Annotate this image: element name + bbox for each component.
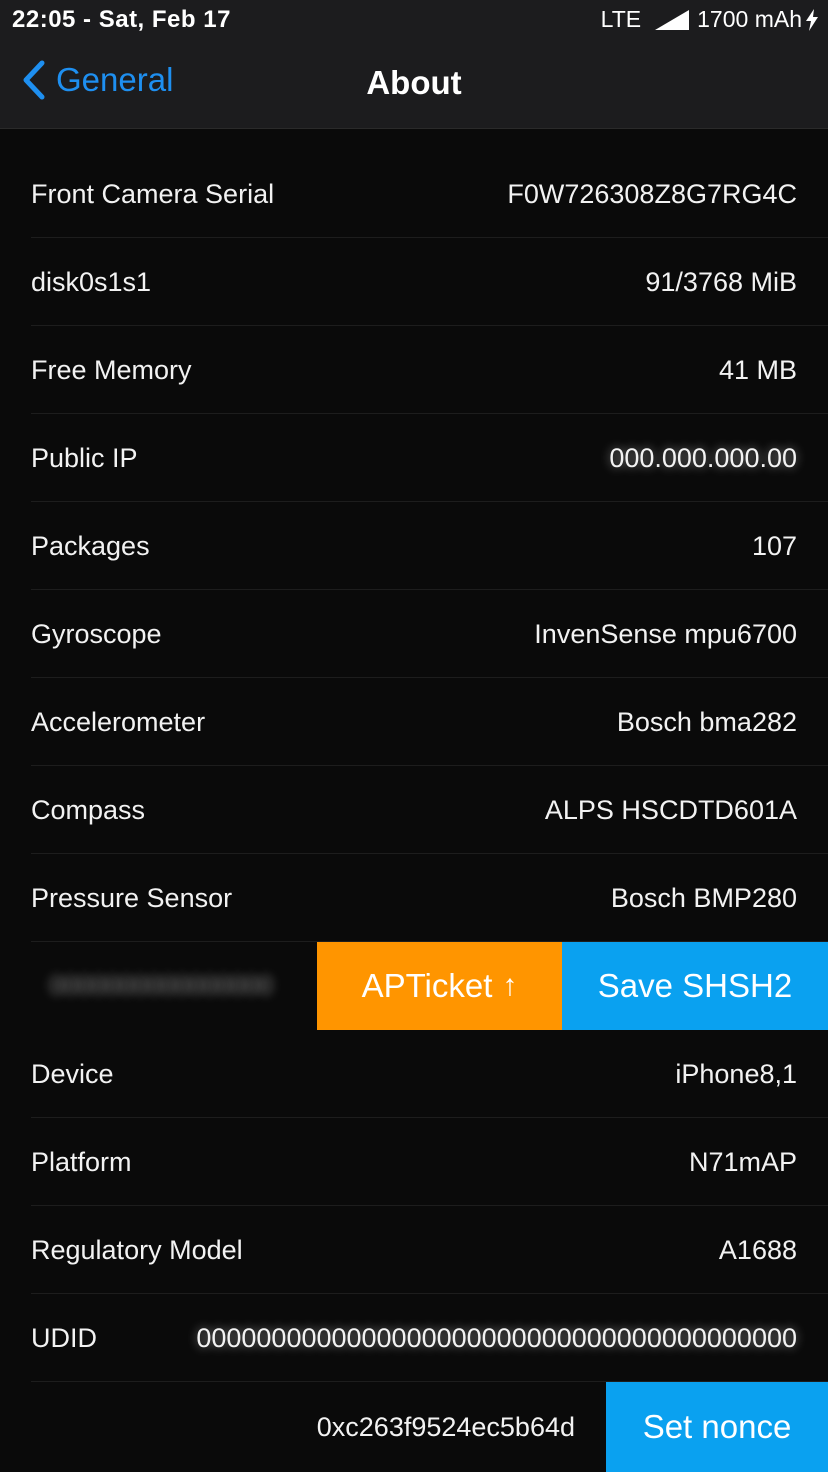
battery-text: 1700 mAh bbox=[697, 6, 802, 32]
page-title: About bbox=[366, 64, 462, 101]
public-ip-redacted: 000.000.000.00 bbox=[609, 442, 797, 473]
row-label: Gyroscope bbox=[31, 618, 162, 649]
list-item[interactable]: disk0s1s1 91/3768 MiB bbox=[0, 238, 828, 326]
row-value: InvenSense mpu6700 bbox=[534, 618, 797, 649]
row-value: 107 bbox=[751, 530, 797, 561]
udid-redacted: 0000000000000000000000000000000000000000 bbox=[196, 1322, 797, 1353]
status-time: 22:05 - Sat, Feb 17 bbox=[12, 6, 231, 33]
signal-icon bbox=[655, 9, 690, 30]
row-label: Packages bbox=[31, 530, 150, 561]
list-item[interactable]: Free Memory 41 MB bbox=[0, 326, 828, 414]
row-value: iPhone8,1 bbox=[675, 1058, 797, 1089]
row-value: A1688 bbox=[718, 1234, 797, 1265]
list-item[interactable]: Gyroscope InvenSense mpu6700 bbox=[0, 590, 828, 678]
list-item[interactable]: UDID 00000000000000000000000000000000000… bbox=[0, 1294, 828, 1382]
swiped-nonce-item[interactable]: 0xc263f9524ec5b64d Set nonce bbox=[0, 1382, 828, 1472]
row-value: F0W726308Z8G7RG4C bbox=[507, 178, 797, 209]
save-shsh2-button[interactable]: Save SHSH2 bbox=[562, 942, 828, 1030]
apticket-button[interactable]: APTicket ↑ bbox=[317, 942, 562, 1030]
list-item[interactable]: Accelerometer Bosch bma282 bbox=[0, 678, 828, 766]
set-nonce-button[interactable]: Set nonce bbox=[606, 1382, 828, 1472]
list-item[interactable]: Pressure Sensor Bosch BMP280 bbox=[0, 854, 828, 942]
status-indicators: LTE 1700 mAh bbox=[601, 6, 818, 33]
apticket-label: APTicket bbox=[361, 967, 493, 1004]
row-value: Bosch bma282 bbox=[616, 706, 797, 737]
navigation-bar: 22:05 - Sat, Feb 17 LTE 1700 mAh General… bbox=[0, 0, 828, 129]
row-label: Free Memory bbox=[31, 354, 192, 385]
list-item[interactable]: Compass ALPS HSCDTD601A bbox=[0, 766, 828, 854]
row-label: Public IP bbox=[31, 442, 138, 473]
row-label: Device bbox=[31, 1058, 114, 1089]
row-value: N71mAP bbox=[688, 1146, 797, 1177]
about-list: Front Camera Serial F0W726308Z8G7RG4C di… bbox=[0, 150, 828, 1472]
row-label: Accelerometer bbox=[31, 706, 206, 737]
nonce-value: 0xc263f9524ec5b64d bbox=[316, 1411, 575, 1442]
row-label: UDID bbox=[31, 1322, 97, 1353]
row-value: 91/3768 MiB bbox=[645, 266, 797, 297]
list-item[interactable]: Public IP 000.000.000.00 bbox=[0, 414, 828, 502]
row-label: Compass bbox=[31, 794, 146, 825]
arrow-up-icon: ↑ bbox=[502, 969, 518, 1002]
list-item[interactable]: Device iPhone8,1 bbox=[0, 1030, 828, 1118]
row-label: Regulatory Model bbox=[31, 1234, 243, 1265]
row-label: Pressure Sensor bbox=[31, 882, 233, 913]
ecid-redacted: 0000000000000000 bbox=[50, 971, 273, 1000]
row-value: 41 MB bbox=[718, 354, 797, 385]
row-label: Platform bbox=[31, 1146, 132, 1177]
list-item[interactable]: Regulatory Model A1688 bbox=[0, 1206, 828, 1294]
row-value: Bosch BMP280 bbox=[610, 882, 797, 913]
row-value: ALPS HSCDTD601A bbox=[544, 794, 797, 825]
row-label: Front Camera Serial bbox=[31, 178, 275, 209]
charging-bolt-icon bbox=[806, 8, 818, 31]
list-item[interactable]: Platform N71mAP bbox=[0, 1118, 828, 1206]
swiped-list-item[interactable]: 0000000000000000 APTicket ↑ Save SHSH2 bbox=[0, 942, 828, 1030]
network-type: LTE bbox=[600, 6, 642, 32]
list-item[interactable]: Front Camera Serial F0W726308Z8G7RG4C bbox=[0, 150, 828, 238]
about-screen: 22:05 - Sat, Feb 17 LTE 1700 mAh General… bbox=[0, 0, 828, 1472]
row-label: disk0s1s1 bbox=[31, 266, 152, 297]
list-item[interactable]: Packages 107 bbox=[0, 502, 828, 590]
